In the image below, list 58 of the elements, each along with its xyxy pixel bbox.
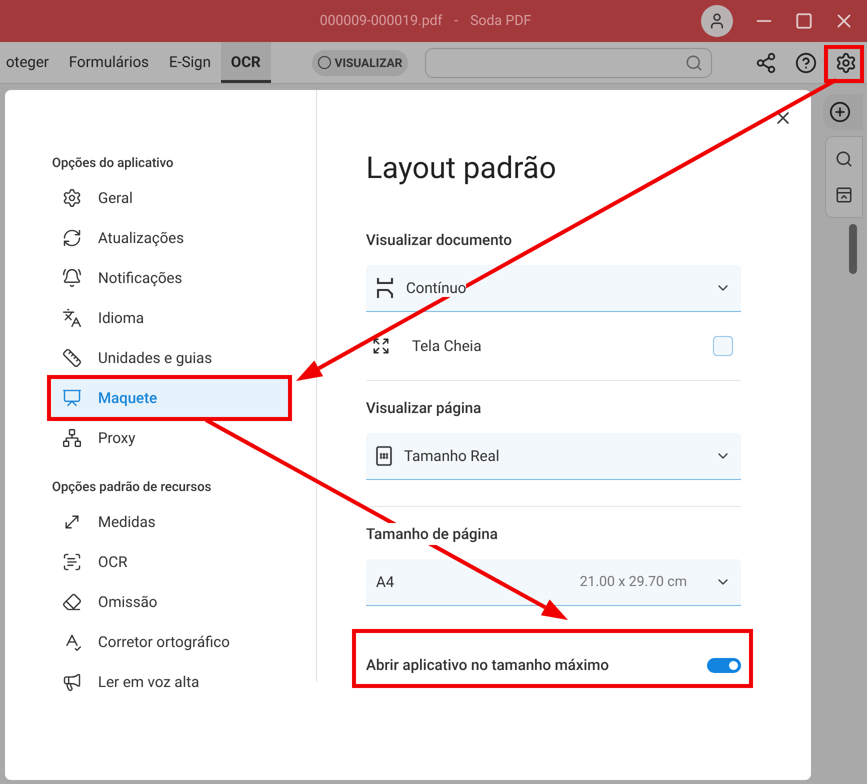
title-separator: - xyxy=(454,12,458,30)
actual-size-icon xyxy=(376,446,392,466)
network-icon xyxy=(62,428,82,448)
dialog-title: Layout padrão xyxy=(366,150,558,188)
dropdown[interactable]: Tamanho Real xyxy=(366,433,741,480)
sidebar-item[interactable]: Corretor ortográfico xyxy=(52,622,288,662)
maximize-icon[interactable] xyxy=(795,12,813,30)
dropdown-value: Contínuo xyxy=(406,279,466,297)
settings-icon[interactable] xyxy=(835,52,857,74)
add-button[interactable] xyxy=(823,94,863,130)
sidebar-item[interactable]: Geral xyxy=(52,178,288,218)
share-icon[interactable] xyxy=(755,52,777,74)
ribbon-tab[interactable]: oteger xyxy=(0,42,59,83)
panel-icon[interactable] xyxy=(835,186,853,204)
account-avatar[interactable] xyxy=(701,5,733,37)
preview-toggle[interactable]: VISUALIZAR xyxy=(312,50,408,76)
translate-icon xyxy=(62,308,82,328)
megaphone-icon xyxy=(62,672,82,692)
paper-size-detail: 21.00 x 29.70 cm xyxy=(580,572,687,592)
section-heading: Tamanho de página xyxy=(366,523,498,545)
gear-icon xyxy=(62,188,82,208)
ribbon-tab[interactable]: OCR xyxy=(220,42,271,83)
monitor-icon xyxy=(62,388,82,408)
refresh-icon xyxy=(62,228,82,248)
sidebar-item[interactable]: Medidas xyxy=(52,502,288,542)
plus-circle-icon xyxy=(829,101,851,123)
eraser-icon xyxy=(62,592,82,612)
highlight-frame xyxy=(824,45,864,83)
dropdown[interactable]: Contínuo xyxy=(366,265,741,312)
section-heading: Opções padrão de recursos xyxy=(52,479,212,497)
ribbon-tab[interactable]: E-Sign xyxy=(158,42,221,83)
bell-icon xyxy=(62,268,82,288)
sidebar-item[interactable]: Omissão xyxy=(52,582,288,622)
sidebar-item[interactable]: Ler em voz alta xyxy=(52,662,288,702)
ribbon-tab[interactable]: Formulários xyxy=(58,42,159,83)
dropdown[interactable]: A4 21.00 x 29.70 cm xyxy=(366,559,741,606)
help-icon[interactable] xyxy=(795,52,817,74)
sidebar-item[interactable]: Notificações xyxy=(52,258,288,298)
sidebar-item[interactable]: Proxy xyxy=(52,418,288,458)
window-title: 000009-000019.pdf xyxy=(320,12,442,30)
option-label: Abrir aplicativo no tamanho máximo xyxy=(366,655,610,676)
sidebar-item[interactable]: Idioma xyxy=(52,298,288,338)
checkbox[interactable] xyxy=(713,336,733,356)
sidebar-item[interactable]: OCR xyxy=(52,542,288,582)
sidebar-item[interactable]: Atualizações xyxy=(52,218,288,258)
toggle-switch[interactable] xyxy=(707,658,741,673)
search-icon[interactable] xyxy=(835,150,853,168)
scrollbar[interactable] xyxy=(849,224,857,274)
sidebar-item[interactable]: Unidades e guias xyxy=(52,338,288,378)
text-scan-icon xyxy=(62,552,82,572)
section-heading: Opções do aplicativo xyxy=(52,155,174,173)
continuous-pages-icon xyxy=(376,277,394,299)
option-label: Tela Cheia xyxy=(412,336,482,357)
app-name: Soda PDF xyxy=(470,12,532,30)
search-icon xyxy=(685,54,704,72)
fullscreen-icon xyxy=(372,337,390,355)
search-field[interactable] xyxy=(425,48,712,78)
ruler-icon xyxy=(62,348,82,368)
